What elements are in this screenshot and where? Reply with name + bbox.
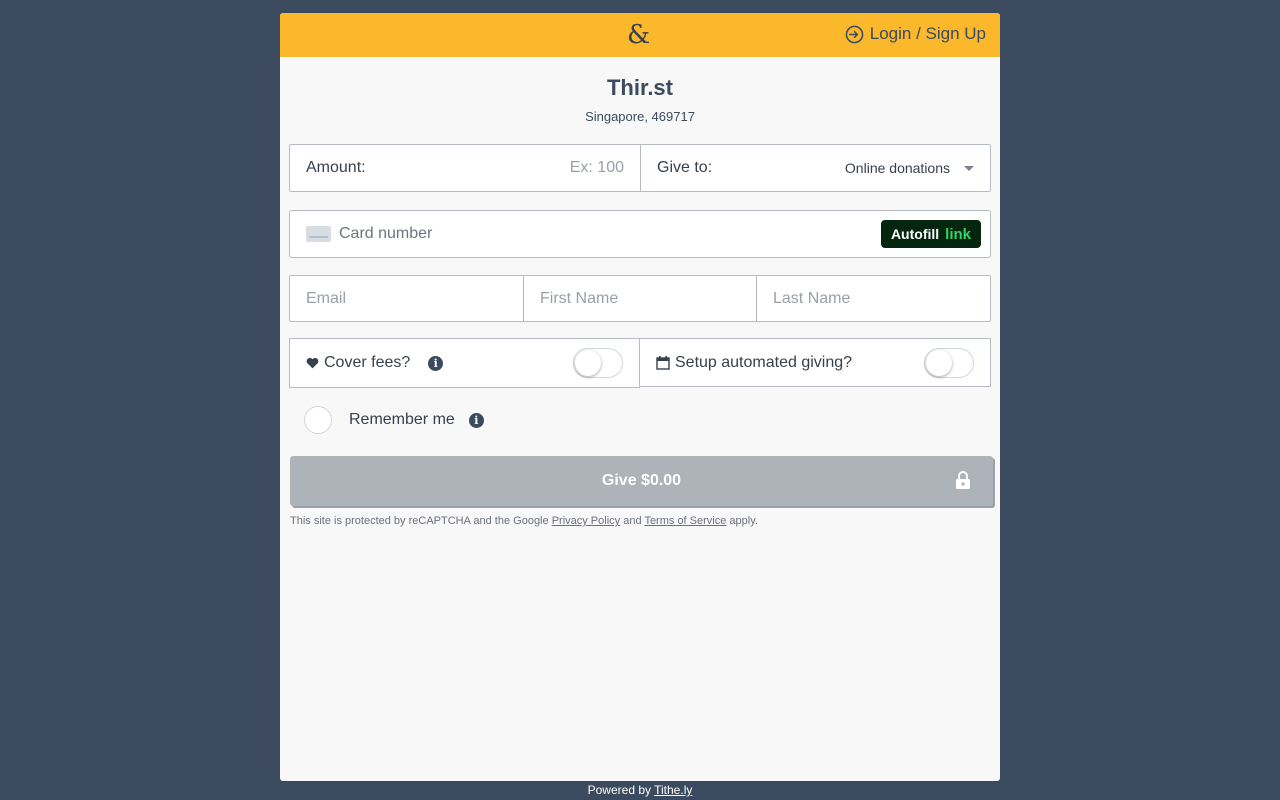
- first-name-field[interactable]: First Name: [523, 276, 756, 321]
- remember-me-label: Remember me: [349, 411, 455, 428]
- privacy-policy-link[interactable]: Privacy Policy: [552, 515, 620, 527]
- card-number-field[interactable]: Card number Autofill link: [289, 210, 991, 258]
- automated-giving-toggle[interactable]: [924, 348, 974, 378]
- autofill-link-button[interactable]: Autofill link: [880, 220, 981, 248]
- toggle-knob: [575, 350, 601, 376]
- link-brand: link: [945, 225, 971, 243]
- autofill-label: Autofill: [890, 226, 940, 242]
- automated-giving-option: Setup automated giving?: [640, 338, 991, 387]
- login-label: Login / Sign Up: [869, 24, 986, 43]
- last-name-field[interactable]: Last Name: [756, 276, 990, 321]
- remember-me: Remember me i: [304, 406, 484, 434]
- toggle-knob: [926, 350, 952, 376]
- automated-giving-label: Setup automated giving?: [675, 353, 853, 371]
- giving-card: & Login / Sign Up Thir.st Singapore, 469…: [280, 13, 1000, 781]
- info-icon[interactable]: i: [468, 412, 484, 428]
- calendar-icon: [656, 355, 670, 370]
- card-number-placeholder: Card number: [339, 225, 433, 242]
- legal-suffix: apply.: [729, 515, 758, 527]
- email-field[interactable]: Email: [290, 276, 523, 321]
- amount-give-row: Amount: Ex: 100 Give to: Online donation…: [289, 144, 991, 192]
- heart-icon: [306, 357, 319, 369]
- header-bar: & Login / Sign Up: [280, 13, 1000, 57]
- login-signup-link[interactable]: Login / Sign Up: [845, 24, 986, 44]
- amount-placeholder: Ex: 100: [569, 159, 624, 176]
- cover-fees-toggle[interactable]: [573, 348, 623, 378]
- give-button[interactable]: Give $0.00: [290, 456, 993, 506]
- powered-by-footer: Powered by Tithe.ly: [0, 783, 1280, 797]
- amount-label: Amount:: [306, 159, 366, 176]
- cover-fees-label: Cover fees?: [324, 354, 411, 371]
- lock-icon: [956, 471, 970, 489]
- give-to-value: Online donations: [844, 160, 950, 176]
- contact-row: Email First Name Last Name: [289, 275, 991, 322]
- info-icon[interactable]: i: [428, 355, 444, 371]
- give-to-select[interactable]: Give to: Online donations: [640, 145, 990, 191]
- powered-by-label: Powered by: [587, 783, 651, 797]
- tithely-link[interactable]: Tithe.ly: [654, 783, 692, 797]
- organization-address: Singapore, 469717: [585, 109, 695, 124]
- terms-of-service-link[interactable]: Terms of Service: [644, 515, 726, 527]
- credit-card-icon: [306, 226, 331, 242]
- chevron-down-icon: [964, 165, 974, 171]
- amount-input[interactable]: Amount: Ex: 100: [290, 145, 640, 191]
- give-to-label: Give to:: [657, 159, 713, 176]
- legal-and: and: [623, 515, 642, 527]
- recaptcha-notice: This site is protected by reCAPTCHA and …: [290, 515, 758, 527]
- cover-fees-option: Cover fees? i: [289, 338, 640, 388]
- options-row: Cover fees? i Setup automated giving?: [289, 338, 991, 388]
- login-icon: [845, 25, 864, 43]
- organization-name: Thir.st: [606, 75, 673, 100]
- give-button-label: Give $0.00: [601, 472, 682, 489]
- logo: &: [627, 20, 651, 50]
- remember-me-checkbox[interactable]: [304, 406, 332, 434]
- legal-prefix: This site is protected by reCAPTCHA and …: [290, 515, 549, 527]
